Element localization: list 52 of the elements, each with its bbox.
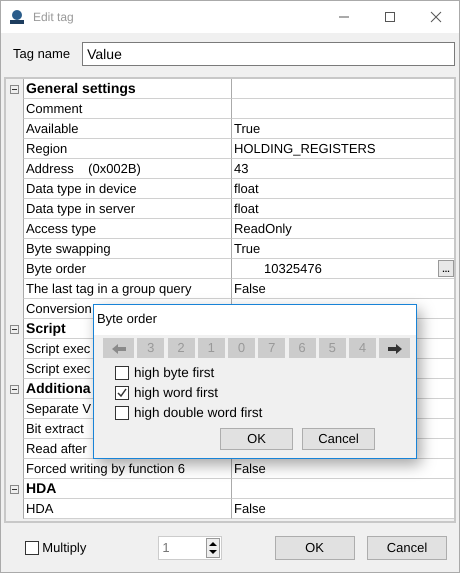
property-value: ReadOnly xyxy=(231,219,454,239)
property-name: Forced writing by function 6 xyxy=(23,459,231,479)
multiply-checkbox[interactable] xyxy=(25,540,39,554)
option-label: high byte first xyxy=(134,364,214,382)
collapse-icon[interactable] xyxy=(10,484,19,494)
property-value: float xyxy=(231,199,454,219)
property-name: Byte order xyxy=(23,259,231,279)
popup-title: Byte order xyxy=(94,305,416,335)
section-title: General settings xyxy=(23,79,231,99)
property-value: True xyxy=(231,239,454,259)
collapse-icon[interactable] xyxy=(10,324,19,334)
property-value: False xyxy=(231,279,454,299)
property-value: HOLDING_REGISTERS xyxy=(231,139,454,159)
left-arrow-icon xyxy=(112,344,126,354)
field-label: Tag name xyxy=(13,45,70,64)
property-value: 10325476 xyxy=(264,260,322,278)
app-logo-icon xyxy=(9,9,25,25)
section-title: HDA xyxy=(23,479,231,499)
option-checkbox[interactable] xyxy=(115,366,129,380)
property-value: 43 xyxy=(231,159,454,179)
property-value: False xyxy=(231,499,454,519)
property-name: Access type xyxy=(23,219,231,239)
property-name: Comment xyxy=(23,99,231,119)
property-name: Region xyxy=(23,139,231,159)
property-name: Data type in server xyxy=(23,199,231,219)
checkbox-label: Multiply xyxy=(42,538,86,557)
property-name: HDA xyxy=(23,499,231,519)
property-value: True xyxy=(231,119,454,139)
collapse-icon[interactable] xyxy=(10,84,19,94)
window-title: Edit tag xyxy=(33,9,75,26)
right-arrow-button[interactable] xyxy=(379,338,410,358)
option-checkbox[interactable] xyxy=(115,406,129,420)
close-icon xyxy=(430,11,442,23)
property-value: float xyxy=(231,179,454,199)
dialog-button[interactable]: Cancel xyxy=(367,536,447,560)
property-name: Address (0x002B) xyxy=(23,159,231,179)
option-checkbox[interactable] xyxy=(115,386,129,400)
property-value: False xyxy=(231,459,454,479)
dialog-button[interactable]: OK xyxy=(274,536,354,560)
property-name: Data type in device xyxy=(23,179,231,199)
property-name: Byte swapping xyxy=(23,239,231,259)
property-name: Available xyxy=(23,119,231,139)
maximize-icon xyxy=(384,11,396,23)
right-arrow-icon xyxy=(388,344,402,354)
spin-arrows-icon[interactable] xyxy=(206,538,220,558)
option-label: high word first xyxy=(134,384,218,402)
property-name: The last tag in a group query xyxy=(23,279,231,299)
ellipsis-button[interactable]: ... xyxy=(438,260,454,277)
popup-button[interactable]: OK xyxy=(220,428,293,450)
tag-name-field[interactable]: Value xyxy=(82,42,455,66)
collapse-icon[interactable] xyxy=(10,384,19,394)
popup-button[interactable]: Cancel xyxy=(302,428,375,450)
